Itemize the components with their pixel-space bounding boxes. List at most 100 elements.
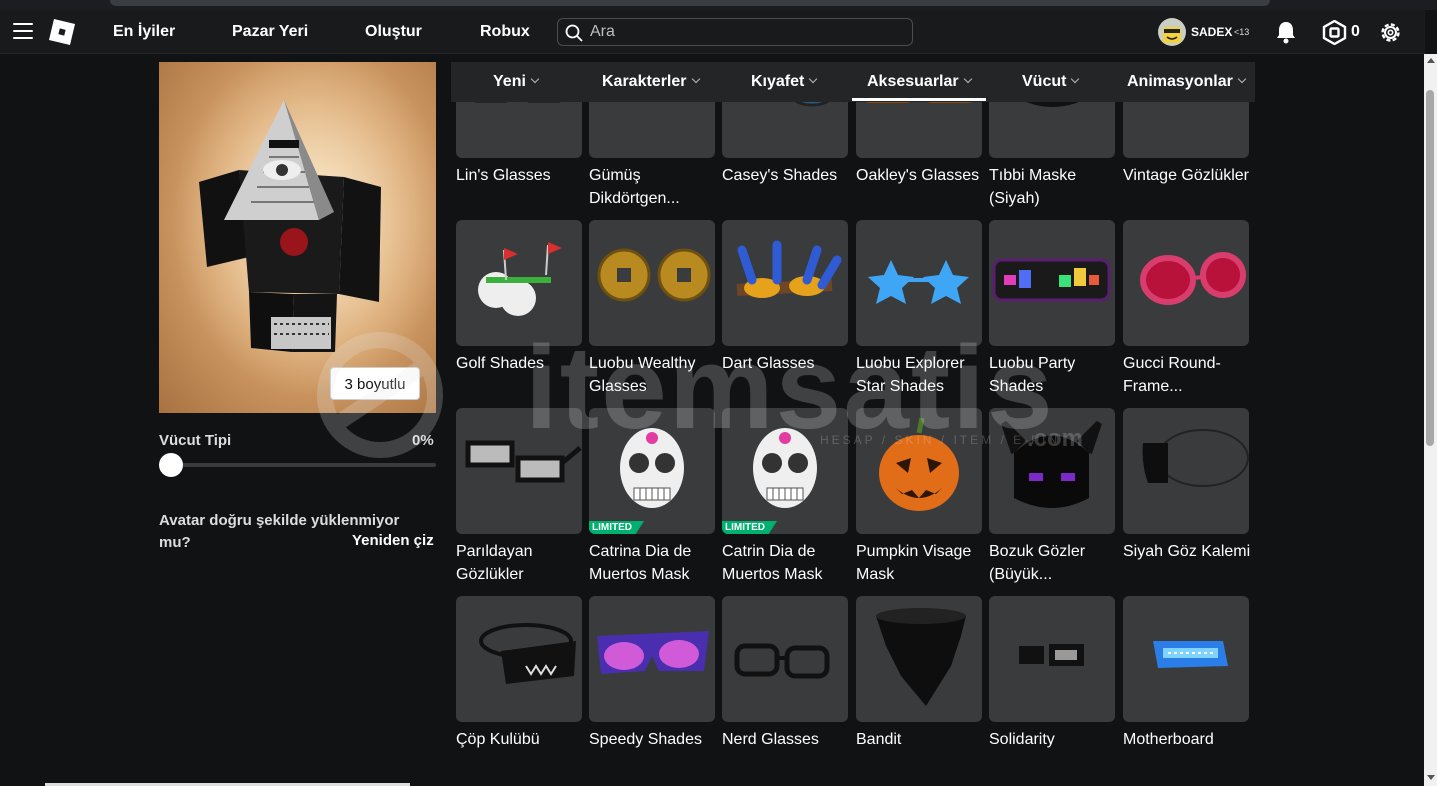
item-thumbnail[interactable] <box>1123 408 1249 534</box>
tab-new[interactable]: Yeni <box>493 73 540 91</box>
tab-characters[interactable]: Karakterler <box>602 73 700 91</box>
nav-top-picks[interactable]: En İyiler <box>113 23 175 41</box>
item-name[interactable]: Casey's Shades <box>722 164 852 187</box>
item-thumbnail[interactable]: LIMITED <box>722 408 848 534</box>
item-thumbnail[interactable] <box>856 596 982 722</box>
item-card[interactable]: Gucci Round-Frame... <box>1123 220 1249 398</box>
item-name[interactable]: Bandit <box>856 728 986 751</box>
item-thumbnail[interactable] <box>989 596 1115 722</box>
browser-strip <box>0 0 1437 10</box>
page-scrollbar[interactable] <box>1424 54 1437 786</box>
tab-animations-label: Animasyonlar <box>1127 73 1233 90</box>
robux-icon[interactable] <box>1322 20 1347 45</box>
horned-eyes-icon <box>1001 420 1102 508</box>
item-card[interactable]: Bandit <box>856 596 982 751</box>
item-card[interactable]: Luobu Party Shades <box>989 220 1115 398</box>
roblox-logo[interactable] <box>48 18 76 46</box>
item-card[interactable]: Dart Glasses <box>722 220 848 375</box>
pink-round-glasses-icon <box>1140 252 1246 305</box>
menu-icon[interactable] <box>13 23 33 40</box>
item-thumbnail[interactable] <box>989 220 1115 346</box>
item-name[interactable]: Speedy Shades <box>589 728 719 751</box>
item-card[interactable]: Motherboard <box>1123 596 1249 751</box>
body-type-value: 0% <box>412 432 434 449</box>
item-name[interactable]: Vintage Gözlükler <box>1123 164 1253 187</box>
item-name[interactable]: Catrina Dia de Muertos Mask <box>589 540 719 586</box>
scrollbar-thumb[interactable] <box>1426 90 1434 446</box>
item-card[interactable]: Nerd Glasses <box>722 596 848 751</box>
item-name[interactable]: Tıbbi Maske (Siyah) <box>989 164 1119 210</box>
item-card[interactable]: Parıldayan Gözlükler <box>456 408 582 586</box>
tab-clothing[interactable]: Kıyafet <box>751 73 818 91</box>
item-card[interactable]: Golf Shades <box>456 220 582 375</box>
item-thumbnail[interactable] <box>722 596 848 722</box>
username[interactable]: SADEX <box>1191 25 1232 39</box>
search-input[interactable] <box>590 22 900 42</box>
item-name[interactable]: Luobu Wealthy Glasses <box>589 352 719 398</box>
nav-robux[interactable]: Robux <box>480 23 530 41</box>
item-name[interactable]: Pumpkin Visage Mask <box>856 540 986 586</box>
top-navigation: En İyiler Pazar Yeri Oluştur Robux SADEX… <box>0 10 1425 54</box>
item-thumbnail[interactable] <box>722 220 848 346</box>
chevron-down-icon <box>691 74 700 84</box>
tab-clothing-label: Kıyafet <box>751 73 805 90</box>
item-name[interactable]: Parıldayan Gözlükler <box>456 540 586 586</box>
item-card[interactable]: Siyah Göz Kalemi <box>1123 408 1250 563</box>
item-card[interactable]: Pumpkin Visage Mask <box>856 408 982 586</box>
nav-marketplace[interactable]: Pazar Yeri <box>232 23 308 41</box>
item-thumbnail[interactable] <box>456 596 582 722</box>
item-name[interactable]: Motherboard <box>1123 728 1253 751</box>
item-thumbnail[interactable] <box>456 220 582 346</box>
item-name[interactable]: Golf Shades <box>456 352 586 375</box>
item-name[interactable]: Gucci Round-Frame... <box>1123 352 1253 398</box>
item-thumbnail[interactable] <box>856 220 982 346</box>
item-name[interactable]: Bozuk Gözler (Büyük... <box>989 540 1119 586</box>
item-name[interactable]: Siyah Göz Kalemi <box>1123 540 1253 563</box>
3d-view-button[interactable]: 3 boyutlu <box>330 367 420 400</box>
bandit-mask-icon <box>876 608 966 706</box>
search-box[interactable] <box>557 18 913 46</box>
tab-body[interactable]: Vücut <box>1022 73 1080 91</box>
tab-accessories-label: Aksesuarlar <box>867 73 959 90</box>
item-name[interactable]: Solidarity <box>989 728 1119 751</box>
item-card[interactable]: Solidarity <box>989 596 1115 751</box>
item-name[interactable]: Oakley's Glasses <box>856 164 986 187</box>
item-thumbnail[interactable] <box>456 408 582 534</box>
item-card[interactable]: Luobu Explorer Star Shades <box>856 220 982 398</box>
item-name[interactable]: Çöp Kulübü <box>456 728 586 751</box>
item-card[interactable]: LIMITED Catrina Dia de Muertos Mask <box>589 408 715 586</box>
item-card[interactable]: Çöp Kulübü <box>456 596 582 751</box>
item-thumbnail[interactable]: LIMITED <box>589 408 715 534</box>
nav-create[interactable]: Oluştur <box>365 23 422 41</box>
chevron-down-icon <box>1237 74 1247 84</box>
chevron-down-icon <box>809 74 818 84</box>
item-name[interactable]: Luobu Party Shades <box>989 352 1119 398</box>
item-card[interactable]: LIMITED Catrin Dia de Muertos Mask <box>722 408 848 586</box>
search-icon <box>565 24 583 42</box>
item-thumbnail[interactable] <box>589 220 715 346</box>
item-name[interactable]: Luobu Explorer Star Shades <box>856 352 986 398</box>
item-thumbnail[interactable] <box>1123 596 1249 722</box>
item-name[interactable]: Catrin Dia de Muertos Mask <box>722 540 852 586</box>
active-tab-indicator <box>852 98 986 101</box>
redraw-button[interactable]: Yeniden çiz <box>352 532 434 549</box>
item-thumbnail[interactable] <box>589 596 715 722</box>
item-name[interactable]: Dart Glasses <box>722 352 852 375</box>
item-name[interactable]: Gümüş Dikdörtgen... <box>589 164 719 210</box>
gear-icon[interactable] <box>1378 20 1403 45</box>
item-thumbnail[interactable] <box>856 408 982 534</box>
item-card[interactable]: Luobu Wealthy Glasses <box>589 220 715 398</box>
body-type-slider-thumb[interactable] <box>159 453 183 477</box>
bell-icon[interactable] <box>1275 20 1297 44</box>
body-type-slider[interactable] <box>160 463 436 467</box>
item-card[interactable]: Speedy Shades <box>589 596 715 751</box>
avatar[interactable] <box>1158 18 1186 46</box>
tab-animations[interactable]: Animasyonlar <box>1127 73 1247 91</box>
tab-accessories[interactable]: Aksesuarlar <box>867 73 972 91</box>
item-name[interactable]: Lin's Glasses <box>456 164 586 187</box>
item-name[interactable]: Nerd Glasses <box>722 728 852 751</box>
item-card[interactable]: Bozuk Gözler (Büyük... <box>989 408 1115 586</box>
item-thumbnail[interactable] <box>1123 220 1249 346</box>
item-thumbnail[interactable] <box>989 408 1115 534</box>
robux-balance[interactable]: 0 <box>1351 23 1360 41</box>
